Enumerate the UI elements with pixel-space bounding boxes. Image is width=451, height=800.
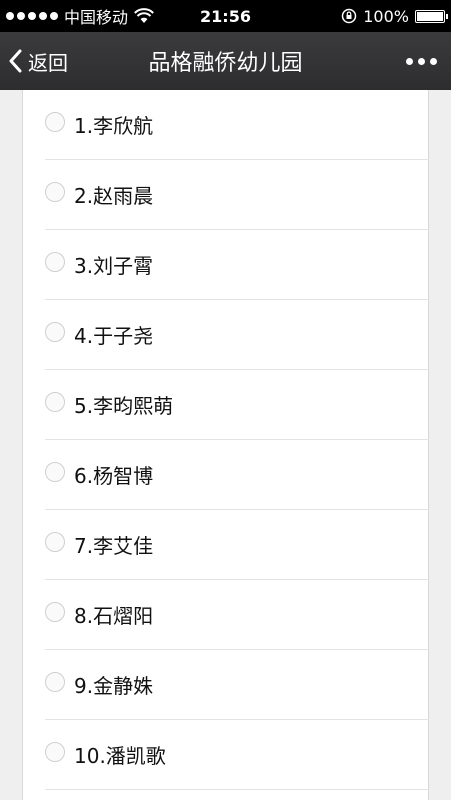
option-label: 8.石熠阳	[74, 604, 154, 628]
option-label: 3.刘子霄	[74, 254, 154, 278]
list-item[interactable]: 1.李欣航	[45, 90, 429, 160]
option-label: 5.李昀熙萌	[74, 394, 174, 418]
option-label: 6.杨智博	[74, 464, 154, 488]
radio-button[interactable]	[45, 671, 65, 692]
option-label: 7.李艾佳	[74, 534, 154, 558]
list-item[interactable]: 6.杨智博	[45, 440, 429, 510]
status-bar: 中国移动 21:56 100%	[0, 0, 451, 32]
option-label: 1.李欣航	[74, 114, 154, 138]
list-item[interactable]: 10.潘凯歌	[45, 720, 429, 790]
list-item[interactable]: 9.金静姝	[45, 650, 429, 720]
list-item[interactable]: 8.石熠阳	[45, 580, 429, 650]
radio-button[interactable]	[45, 531, 65, 552]
page-title: 品格融侨幼儿园	[148, 51, 303, 76]
list-item[interactable]: 3.刘子霄	[45, 230, 429, 300]
list-item[interactable]: 5.李昀熙萌	[45, 370, 429, 440]
more-options-button[interactable]	[406, 32, 437, 90]
battery-percent: 100%	[363, 6, 409, 26]
battery-icon	[415, 9, 448, 23]
chevron-left-icon	[9, 49, 22, 73]
options-panel: 1.李欣航 2.赵雨晨 3.刘子霄 4.于子尧 5.李昀熙萌 6.杨智博 7.李…	[22, 90, 429, 800]
radio-button[interactable]	[45, 391, 65, 412]
status-right: 100%	[341, 0, 448, 32]
list-item[interactable]: 2.赵雨晨	[45, 160, 429, 230]
radio-button[interactable]	[45, 601, 65, 622]
radio-button[interactable]	[45, 461, 65, 482]
radio-button[interactable]	[45, 181, 65, 202]
more-dots-icon	[406, 57, 413, 65]
radio-button[interactable]	[45, 741, 65, 762]
option-label: 2.赵雨晨	[74, 184, 154, 208]
option-label: 4.于子尧	[74, 324, 154, 348]
navigation-bar: 返回 品格融侨幼儿园	[0, 32, 451, 90]
content-area: 1.李欣航 2.赵雨晨 3.刘子霄 4.于子尧 5.李昀熙萌 6.杨智博 7.李…	[0, 90, 451, 800]
back-label: 返回	[28, 50, 68, 75]
back-button[interactable]: 返回	[8, 32, 68, 90]
radio-button[interactable]	[45, 111, 65, 132]
list-item[interactable]: 4.于子尧	[45, 300, 429, 370]
radio-button[interactable]	[45, 251, 65, 272]
option-label: 9.金静姝	[74, 674, 154, 698]
list-item[interactable]: 7.李艾佳	[45, 510, 429, 580]
radio-button[interactable]	[45, 321, 65, 342]
option-label: 10.潘凯歌	[74, 744, 166, 768]
orientation-lock-icon	[342, 8, 357, 24]
